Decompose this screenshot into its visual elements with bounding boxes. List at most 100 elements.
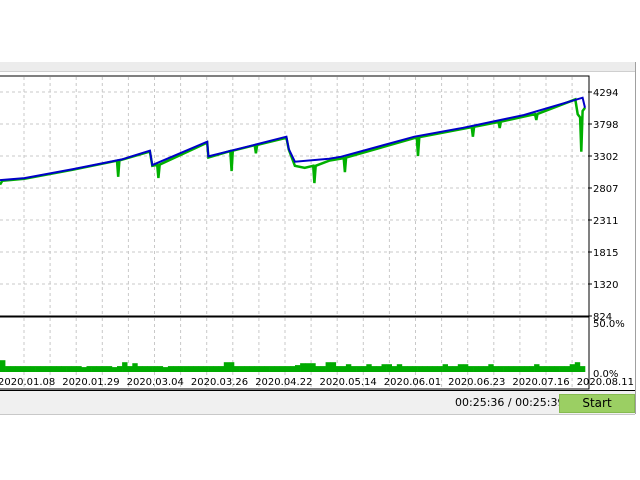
deposit-load-bar: [223, 362, 230, 372]
deposit-load-bar: [391, 366, 398, 372]
deposit-load-bar: [213, 366, 220, 372]
deposit-load-bar: [0, 360, 6, 372]
deposit-load-bar: [76, 366, 82, 372]
deposit-load-bar: [56, 366, 62, 372]
deposit-load-bar: [45, 366, 52, 372]
deposit-load-bar: [417, 366, 423, 372]
y-tick-label: 1320: [593, 280, 618, 291]
deposit-load-bar: [127, 366, 133, 372]
deposit-load-bar: [524, 366, 530, 372]
series-equity-line: [0, 97, 586, 186]
deposit-load-bar: [157, 366, 164, 372]
deposit-load-bar: [335, 366, 342, 372]
deposit-load-bar: [305, 363, 311, 372]
deposit-load-bar: [315, 366, 321, 372]
deposit-load-bar: [549, 366, 555, 372]
deposit-load-bar: [330, 362, 337, 372]
deposit-load-bar: [71, 366, 77, 372]
deposit-load-bar: [218, 366, 225, 372]
deposit-load-bar: [559, 366, 565, 372]
deposit-load-bar: [106, 366, 113, 372]
deposit-load-bar: [376, 366, 382, 372]
deposit-load-bar: [539, 366, 545, 372]
deposit-load-bar: [162, 367, 169, 372]
deposit-load-bar: [178, 366, 184, 372]
x-tick-label: 2020.06.01: [384, 377, 441, 388]
deposit-load-bar: [569, 364, 576, 372]
deposit-load-bar: [488, 364, 494, 372]
deposit-load-bar: [462, 364, 469, 372]
equity-balance-chart: 4294379833022807231118151320824 50.0%0.0…: [0, 75, 634, 390]
deposit-load-bar: [401, 366, 408, 372]
deposit-load-bar: [208, 366, 214, 372]
deposit-load-bar: [437, 366, 443, 372]
deposit-load-bar: [361, 366, 367, 372]
series-lines: [0, 96, 586, 186]
x-tick-label: 2020.06.23: [448, 377, 505, 388]
deposit-load-bar: [381, 364, 387, 372]
deposit-load-bar: [320, 366, 326, 372]
deposit-load-bar: [284, 366, 291, 372]
x-tick-label: 2020.03.26: [191, 377, 248, 388]
deposit-load-bar: [407, 366, 413, 372]
deposit-load-bar: [544, 366, 550, 372]
y-tick-label: 3798: [593, 120, 618, 131]
deposit-load-bar: [183, 366, 189, 372]
y-tick-label: 2807: [593, 184, 618, 195]
deposit-load-bar: [279, 366, 286, 372]
deposit-load-bar: [91, 366, 97, 372]
deposit-load-bar: [5, 366, 11, 372]
deposit-load-bar: [340, 366, 347, 372]
deposit-load-bar: [366, 364, 372, 372]
deposit-load-bar: [468, 366, 474, 372]
deposit-load-bar: [518, 366, 525, 372]
start-button[interactable]: Start: [559, 394, 635, 413]
deposit-load-bar: [483, 366, 489, 372]
deposit-load-bar: [371, 366, 377, 372]
deposit-load-bar: [508, 366, 515, 372]
deposit-load-bar: [147, 366, 153, 372]
deposit-load-bar: [203, 366, 209, 372]
x-axis-ticks: 2020.01.08 2020.01.29 2020.03.04 2020.03.26…: [0, 377, 634, 388]
deposit-load-bar: [579, 366, 586, 372]
deposit-load-bar: [228, 362, 235, 372]
deposit-load-bar: [96, 366, 103, 372]
x-tick-label: 2020.01.08: [0, 377, 55, 388]
deposit-load-bar: [442, 364, 448, 372]
x-tick-label: 2020.07.16: [512, 377, 569, 388]
deposit-load-bar: [20, 366, 26, 372]
deposit-load-bar: [564, 366, 571, 372]
deposit-load-bar: [111, 367, 118, 372]
deposit-load-bar: [142, 366, 148, 372]
deposit-load-bar: [264, 366, 270, 372]
deposit-load-bar: [412, 366, 418, 372]
deposit-load-bar: [10, 366, 16, 372]
deposit-load-bar: [295, 365, 301, 372]
deposit-load-bar: [493, 366, 499, 372]
deposit-load-bar: [452, 366, 459, 372]
deposit-load-bar: [422, 366, 428, 372]
deposit-load-bar: [310, 363, 316, 372]
deposit-load-bar: [167, 366, 174, 372]
x-tick-label: 2020.01.29: [62, 377, 119, 388]
deposit-load-bar: [15, 366, 21, 372]
deposit-load-bar: [254, 366, 260, 372]
deposit-load-bar: [122, 362, 128, 372]
y-tick-label: 2311: [593, 216, 618, 227]
x-tick-label: 2020.04.22: [255, 377, 312, 388]
deposit-load-bar: [498, 366, 504, 372]
y-tick-label: 3302: [593, 152, 618, 163]
deposit-load-bar: [356, 366, 362, 372]
deposit-load-bar: [234, 366, 240, 372]
status-bar: 00:25:36 / 00:25:39 Start: [0, 390, 635, 415]
deposit-load-bar: [86, 366, 92, 372]
main-plot-border: [0, 75, 590, 317]
x-tick-label: 2020.08.11: [577, 377, 634, 388]
deposit-load-bar: [61, 366, 67, 372]
deposit-load-bar: [137, 366, 143, 372]
deposit-load-bar: [427, 366, 433, 372]
deposit-load-bar: [503, 366, 509, 372]
deposit-load-bar: [274, 366, 281, 372]
deposit-load-bar: [432, 366, 438, 372]
x-tick-label: 2020.03.04: [127, 377, 184, 388]
